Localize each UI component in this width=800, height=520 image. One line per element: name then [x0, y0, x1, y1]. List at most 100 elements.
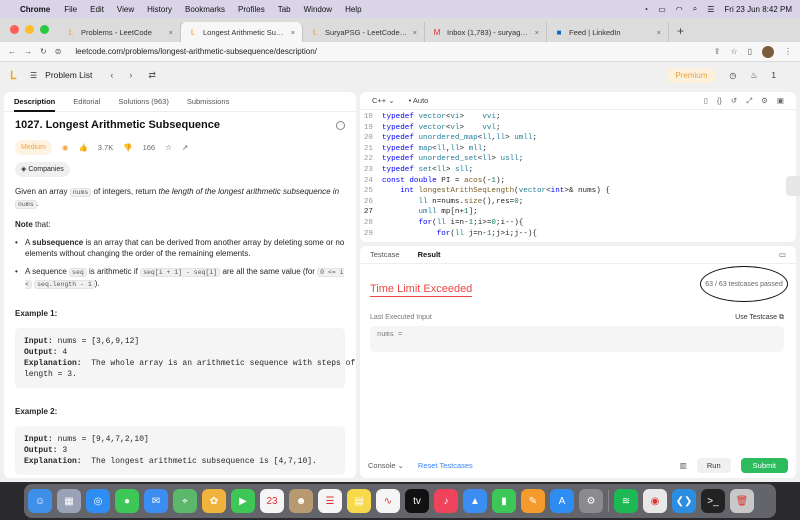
expand-icon[interactable]: ▣: [777, 96, 784, 106]
mail-icon[interactable]: ✉: [144, 489, 168, 513]
expand-panel-icon[interactable]: ▭: [779, 250, 786, 259]
forward-icon[interactable]: →: [24, 47, 32, 56]
menu-edit[interactable]: Edit: [90, 5, 104, 14]
streak-icon[interactable]: ♨: [750, 71, 757, 80]
chrome-icon[interactable]: ◉: [643, 489, 667, 513]
menu-window[interactable]: Window: [304, 5, 332, 14]
code-line[interactable]: 25 int longestArithSeqLength(vector<int>…: [360, 186, 796, 197]
reminders-icon[interactable]: ☰: [318, 489, 342, 513]
search-icon[interactable]: ⌕: [693, 4, 697, 14]
keynote-icon[interactable]: ▲: [463, 489, 487, 513]
side-handle[interactable]: [786, 176, 800, 196]
code-line[interactable]: 18 typedef vector<vi> vvi;: [360, 112, 796, 123]
close-icon[interactable]: ×: [535, 28, 539, 37]
profile-avatar[interactable]: [762, 45, 774, 58]
menu-view[interactable]: View: [117, 5, 134, 14]
menu-history[interactable]: History: [147, 5, 172, 14]
menu-app-name[interactable]: Chrome: [20, 5, 50, 14]
dislike-icon[interactable]: 👎: [123, 142, 132, 153]
share-icon[interactable]: ⇪: [714, 47, 721, 56]
tab-submissions[interactable]: Submissions: [187, 97, 230, 106]
menu-tab[interactable]: Tab: [278, 5, 291, 14]
control-center-icon[interactable]: ☰: [707, 5, 714, 14]
submit-button[interactable]: Submit: [740, 457, 788, 473]
tab-longest-arithmetic[interactable]: ᒪ Longest Arithmetic Subseque… ×: [181, 22, 303, 42]
sidebar-icon[interactable]: ▯: [748, 47, 752, 56]
tab-description[interactable]: Description: [14, 92, 56, 112]
menu-file[interactable]: File: [64, 5, 77, 14]
back-icon[interactable]: ←: [8, 47, 16, 56]
terminal-icon[interactable]: >_: [701, 489, 725, 513]
contacts-icon[interactable]: ☻: [289, 489, 313, 513]
tab-testcase[interactable]: Testcase: [370, 250, 400, 259]
site-info-icon[interactable]: ⊜: [55, 47, 62, 56]
pages-icon[interactable]: ✎: [521, 489, 545, 513]
code-line[interactable]: 26 ll n=nums.size(),res=0;: [360, 197, 796, 208]
maps-icon[interactable]: ⌖: [173, 489, 197, 513]
prev-problem-icon[interactable]: ‹: [106, 70, 117, 80]
tab-solutions[interactable]: Solutions (963): [118, 97, 168, 106]
fullscreen-icon[interactable]: ⤢: [746, 96, 752, 106]
launchpad-icon[interactable]: ▦: [57, 489, 81, 513]
companies-button[interactable]: ◈ Companies: [15, 162, 70, 177]
tab-profile[interactable]: ᒪ SuryaPSG - LeetCode Profile ×: [303, 22, 425, 42]
vscode-icon[interactable]: ❮❯: [672, 489, 696, 513]
hint-icon[interactable]: ◉: [62, 142, 69, 153]
console-button[interactable]: Console ⌄: [368, 461, 404, 470]
list-icon[interactable]: ☰: [30, 71, 37, 80]
more-icon[interactable]: ⋮: [784, 47, 792, 56]
trash-icon[interactable]: 🗑: [730, 489, 754, 513]
clock[interactable]: Fri 23 Jun 8:42 PM: [724, 5, 792, 14]
favorite-star-icon[interactable]: ☆: [165, 142, 172, 153]
bookmark-star-icon[interactable]: ☆: [730, 47, 737, 56]
problem-list-link[interactable]: Problem List: [45, 70, 92, 80]
messages-icon[interactable]: ●: [115, 489, 139, 513]
code-area[interactable]: 18 typedef vector<vi> vvi; 19 typedef vecto…: [360, 110, 796, 241]
freeform-icon[interactable]: ∿: [376, 489, 400, 513]
code-line[interactable]: 28 for(ll i=n-1;i>=0;i--){: [360, 218, 796, 229]
facetime-icon[interactable]: ▶: [231, 489, 255, 513]
appstore-icon[interactable]: A: [550, 489, 574, 513]
reset-testcases-link[interactable]: Reset Testcases: [418, 461, 473, 470]
tab-result[interactable]: Result: [418, 250, 441, 259]
language-select[interactable]: C++ ⌄: [372, 96, 395, 105]
run-button[interactable]: Run: [696, 457, 731, 473]
tab-inbox[interactable]: M Inbox (1,783) - suryaganesh.p… ×: [425, 22, 547, 42]
use-testcase-button[interactable]: Use Testcase ⧉: [735, 314, 784, 322]
shuffle-icon[interactable]: ⇄: [144, 70, 160, 81]
status-icon[interactable]: ◔: [643, 5, 648, 14]
close-icon[interactable]: ×: [291, 28, 295, 37]
close-window-button[interactable]: [10, 25, 19, 34]
close-icon[interactable]: ×: [413, 28, 417, 37]
zoom-window-button[interactable]: [40, 25, 49, 34]
like-icon[interactable]: 👍: [78, 142, 87, 153]
premium-button[interactable]: Premium: [667, 67, 716, 83]
mode-select[interactable]: • Auto: [409, 96, 429, 105]
new-tab-button[interactable]: +: [669, 24, 692, 42]
reload-icon[interactable]: ↻: [40, 47, 47, 56]
next-problem-icon[interactable]: ›: [125, 70, 136, 80]
wifi-icon[interactable]: ◠: [676, 5, 683, 14]
minimize-window-button[interactable]: [25, 25, 34, 34]
numbers-icon[interactable]: ▮: [492, 489, 516, 513]
close-icon[interactable]: ×: [169, 28, 173, 37]
battery-icon[interactable]: ▭: [658, 5, 666, 14]
code-line[interactable]: 23 typedef set<ll> sll;: [360, 165, 796, 176]
tab-problems[interactable]: ᒪ Problems - LeetCode ×: [59, 22, 181, 42]
tab-editorial[interactable]: Editorial: [73, 97, 100, 106]
menu-bookmarks[interactable]: Bookmarks: [185, 5, 225, 14]
code-line[interactable]: 24 const double PI = acos(-1);: [360, 176, 796, 187]
finder-icon[interactable]: ☺: [28, 489, 52, 513]
photos-icon[interactable]: ✿: [202, 489, 226, 513]
settings-icon[interactable]: ⚙: [761, 96, 768, 106]
code-line[interactable]: 27 umll mp[n+1];: [360, 207, 796, 218]
spotify-icon[interactable]: ≋: [614, 489, 638, 513]
bookmark-icon[interactable]: ▯: [704, 96, 708, 106]
notes-icon[interactable]: ▤: [347, 489, 371, 513]
braces-icon[interactable]: {}: [717, 96, 722, 106]
code-line[interactable]: 19 typedef vector<vl> vvl;: [360, 123, 796, 134]
safari-icon[interactable]: ◎: [86, 489, 110, 513]
calendar-icon[interactable]: 23: [260, 489, 284, 513]
share-icon[interactable]: ↗: [182, 142, 188, 153]
menu-profiles[interactable]: Profiles: [238, 5, 265, 14]
